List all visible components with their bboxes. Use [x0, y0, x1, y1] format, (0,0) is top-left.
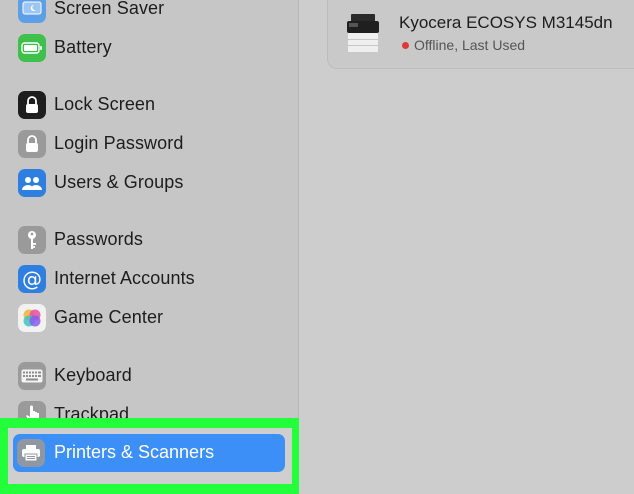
highlight-box: Printers & Scanners	[0, 418, 300, 494]
sidebar-item-label: Login Password	[54, 133, 184, 153]
printer-icon	[17, 439, 45, 467]
status-dot	[402, 42, 409, 49]
printer-name: Kyocera ECOSYS M3145dn	[399, 13, 613, 32]
sidebar-item-label: Lock Screen	[54, 94, 156, 114]
key-icon	[18, 226, 46, 254]
battery-icon	[18, 34, 46, 62]
game-center-icon	[18, 304, 46, 332]
sidebar-item-label: Game Center	[54, 307, 164, 327]
sidebar-item-passwords[interactable]: Passwords	[0, 221, 298, 259]
keyboard-icon	[18, 362, 46, 390]
sidebar-item-lock-screen[interactable]: Lock Screen	[0, 86, 298, 124]
sidebar-item-battery[interactable]: Battery	[0, 29, 298, 67]
sidebar-item-keyboard[interactable]: Keyboard	[0, 357, 298, 395]
sidebar-item-printers-scanners[interactable]: Printers & Scanners	[13, 434, 285, 472]
printer-device-icon	[344, 12, 382, 54]
sidebar-item-screen-saver[interactable]: Screen Saver	[0, 0, 298, 28]
sidebar-item-label: Internet Accounts	[54, 268, 195, 288]
sidebar-item-label: Keyboard	[54, 365, 132, 385]
sidebar-item-login-password[interactable]: Login Password	[0, 125, 298, 163]
sidebar-item-label: Battery	[54, 37, 112, 57]
padlock-icon	[18, 130, 46, 158]
sidebar-item-internet-accounts[interactable]: @ Internet Accounts	[0, 260, 298, 298]
sidebar-item-game-center[interactable]: Game Center	[0, 299, 298, 337]
highlight-inner: Printers & Scanners	[8, 428, 292, 484]
main-pane	[299, 0, 634, 494]
printer-status: Offline, Last Used	[414, 37, 526, 53]
sidebar-item-label: Printers & Scanners	[54, 442, 215, 462]
sidebar-item-label: Passwords	[54, 229, 143, 249]
lock-screen-icon	[18, 91, 46, 119]
users-icon	[18, 169, 46, 197]
sidebar-item-label: Screen Saver	[54, 0, 165, 18]
sidebar-item-label: Users & Groups	[54, 172, 184, 192]
screen-saver-icon	[18, 0, 46, 23]
printer-list-item[interactable]: Kyocera ECOSYS M3145dn Offline, Last Use…	[327, 0, 634, 69]
sidebar-item-users-groups[interactable]: Users & Groups	[0, 164, 298, 202]
at-sign-icon: @	[18, 265, 46, 293]
